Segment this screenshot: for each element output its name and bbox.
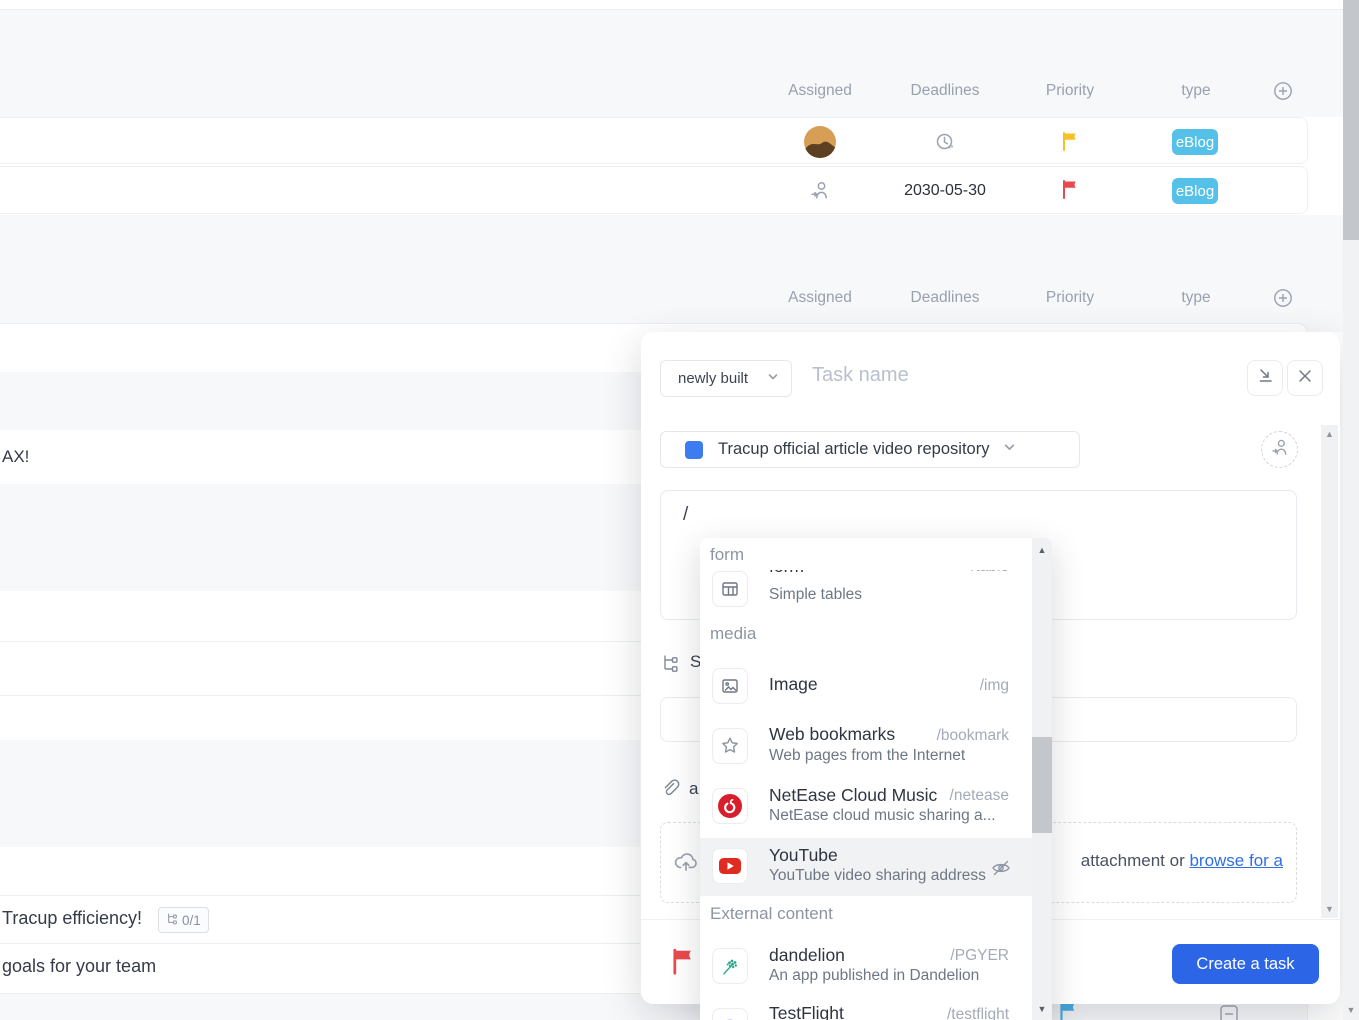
section-header-form: form <box>700 538 1030 570</box>
menu-item-desc[interactable]: NetEase cloud music sharing a... <box>769 807 996 825</box>
scroll-up-arrow[interactable]: ▲ <box>1032 538 1052 555</box>
deadline-clock-icon[interactable] <box>934 131 956 153</box>
browse-file-link[interactable]: browse for a <box>1189 851 1283 870</box>
menu-item-desc[interactable]: Web pages from the Internet <box>769 747 965 765</box>
menu-item-shortcut: /testflight <box>919 1006 1009 1020</box>
modal-scrollbar[interactable]: ▲ ▼ <box>1321 425 1338 918</box>
assign-user-icon[interactable] <box>809 179 831 201</box>
scroll-down-arrow[interactable]: ▼ <box>1032 1005 1052 1014</box>
column-header-type[interactable]: type <box>1146 82 1246 100</box>
priority-flag-red-icon[interactable] <box>668 946 698 981</box>
chevron-down-icon <box>767 370 779 388</box>
attachment-hint-text: attachment or <box>1081 851 1190 870</box>
section-header-external: External content <box>710 904 833 924</box>
project-select[interactable]: Tracup official article video repository <box>660 431 1080 468</box>
close-icon <box>1297 368 1313 389</box>
column-header-assigned[interactable]: Assigned <box>770 82 870 100</box>
scroll-down-arrow[interactable]: ▼ <box>1343 1006 1359 1015</box>
chevron-down-icon <box>1003 441 1016 459</box>
create-task-button[interactable]: Create a task <box>1172 944 1319 984</box>
attachment-section-icon <box>661 779 681 804</box>
testflight-icon[interactable] <box>712 1008 748 1020</box>
app-screen: Assigned Deadlines Priority type eBlog 2… <box>0 0 1359 1020</box>
add-column-icon[interactable] <box>1273 81 1293 101</box>
deadline-date[interactable]: 2030-05-30 <box>895 182 995 200</box>
type-badge[interactable]: eBlog <box>1172 178 1218 204</box>
scroll-thumb[interactable] <box>1343 0 1359 240</box>
subtask-section-icon <box>661 653 681 678</box>
group-header-band-2 <box>0 215 1343 332</box>
menu-item-title[interactable]: dandelion <box>769 945 845 966</box>
type-badge[interactable]: eBlog <box>1172 129 1218 155</box>
task-name-input[interactable] <box>812 364 1232 387</box>
add-assignee-button[interactable] <box>1261 431 1298 468</box>
table-row[interactable] <box>0 166 1308 214</box>
collapse-row-icon[interactable] <box>1218 1003 1240 1020</box>
menu-item-shortcut: /bookmark <box>909 727 1009 745</box>
scroll-thumb[interactable] <box>1032 737 1052 833</box>
menu-scrollbar[interactable]: ▲ ▼ <box>1032 538 1052 1020</box>
list-stripe <box>0 740 640 847</box>
subtask-count: 0/1 <box>182 913 201 928</box>
task-row-title[interactable]: Tracup efficiency! <box>2 908 142 929</box>
image-icon[interactable] <box>712 668 748 704</box>
menu-item-title[interactable]: YouTube <box>769 845 838 866</box>
window-scrollbar[interactable]: ▼ <box>1343 0 1359 1020</box>
column-header-assigned[interactable]: Assigned <box>770 289 870 307</box>
attachment-section-label: a <box>689 779 698 799</box>
menu-item-title[interactable]: TestFlight <box>769 1003 844 1020</box>
editor-text: / <box>661 491 1296 539</box>
column-header-type[interactable]: type <box>1146 289 1246 307</box>
menu-item-desc[interactable]: An app published in Dandelion <box>769 967 979 985</box>
status-select[interactable]: newly built <box>660 360 792 397</box>
priority-flag-red-icon[interactable] <box>1059 178 1081 205</box>
upload-cloud-icon <box>672 848 700 881</box>
dandelion-icon[interactable] <box>712 948 748 984</box>
column-header-priority[interactable]: Priority <box>1020 289 1120 307</box>
star-icon[interactable] <box>712 728 748 764</box>
task-name-field[interactable] <box>812 364 1232 394</box>
collapse-dialog-button[interactable] <box>1247 360 1283 396</box>
scroll-up-arrow[interactable]: ▲ <box>1321 425 1338 439</box>
project-select-label: Tracup official article video repository <box>718 440 989 459</box>
collapse-icon <box>1257 367 1274 389</box>
netease-music-icon[interactable] <box>712 788 748 824</box>
table-row[interactable] <box>0 117 1308 164</box>
menu-item-shortcut: /PGYER <box>929 947 1009 965</box>
assign-user-icon <box>1270 437 1290 462</box>
menu-item-shortcut: /img <box>929 677 1009 695</box>
subtask-count-badge[interactable]: 0/1 <box>158 907 209 933</box>
status-select-label: newly built <box>678 370 748 387</box>
avatar[interactable] <box>804 126 836 158</box>
column-header-deadlines[interactable]: Deadlines <box>895 289 995 307</box>
attachment-hint: attachment or browse for a <box>1081 851 1283 871</box>
menu-item-desc[interactable]: Simple tables <box>769 586 862 604</box>
task-row-title[interactable]: AX! <box>2 447 29 467</box>
table-icon[interactable] <box>712 571 748 607</box>
section-header-media: media <box>710 624 756 644</box>
column-header-deadlines[interactable]: Deadlines <box>895 82 995 100</box>
slash-command-menu: form /table form Simple tables media Ima… <box>700 538 1052 1020</box>
close-dialog-button[interactable] <box>1287 360 1323 396</box>
priority-flag-yellow-icon[interactable] <box>1059 130 1081 157</box>
group-header-band-1 <box>0 9 1343 117</box>
project-color-swatch <box>685 441 703 459</box>
menu-item-shortcut: /netease <box>909 787 1009 805</box>
menu-item-desc[interactable]: YouTube video sharing address <box>769 867 986 885</box>
subtask-tree-icon <box>166 912 179 928</box>
task-row-title[interactable]: goals for your team <box>2 956 156 977</box>
menu-item-title[interactable]: Image <box>769 674 818 695</box>
column-header-priority[interactable]: Priority <box>1020 82 1120 100</box>
youtube-icon[interactable] <box>712 848 748 884</box>
eye-slash-icon[interactable] <box>990 857 1012 884</box>
menu-item-title[interactable]: Web bookmarks <box>769 724 895 745</box>
add-column-icon[interactable] <box>1273 288 1293 308</box>
scroll-down-arrow[interactable]: ▼ <box>1321 905 1338 914</box>
